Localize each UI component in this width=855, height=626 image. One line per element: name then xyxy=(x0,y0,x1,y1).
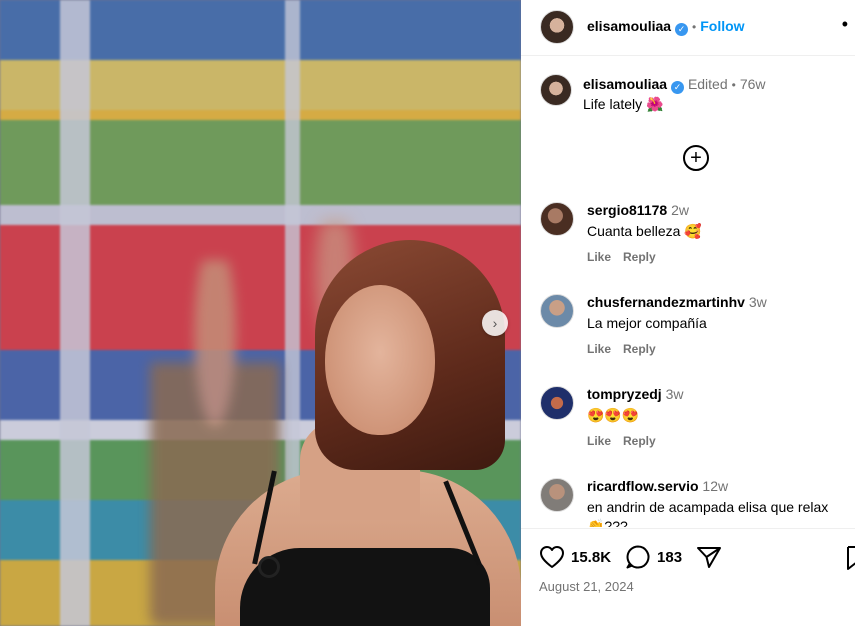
post-photo[interactable]: › xyxy=(0,0,521,626)
comment-header: ricardflow.servio 12w xyxy=(587,478,728,494)
post-age[interactable]: 76w xyxy=(740,76,766,92)
post-footer: 15.8K 183 August 21, 2024 xyxy=(521,528,855,626)
caption-header: elisamouliaa ✓ Edited • 76w xyxy=(583,76,766,94)
comment-username[interactable]: sergio81178 xyxy=(587,202,667,218)
separator-dot: • xyxy=(692,20,697,34)
comments-count[interactable]: 183 xyxy=(657,549,682,566)
header-username[interactable]: elisamouliaa xyxy=(587,18,671,34)
comment-actions: Like Reply xyxy=(587,250,668,264)
comment-bubble-icon[interactable] xyxy=(625,544,651,570)
avatar[interactable] xyxy=(540,10,574,44)
like-button[interactable]: Like xyxy=(587,434,611,448)
edited-label: Edited xyxy=(687,76,728,92)
comment-text: 😍😍😍 xyxy=(587,407,640,423)
action-bar: 15.8K 183 xyxy=(539,543,722,571)
comments-list: sergio81178 2w Cuanta belleza 🥰 Like Repl… xyxy=(540,200,850,527)
chevron-right-icon: › xyxy=(492,315,498,331)
paper-plane-icon[interactable] xyxy=(696,545,722,569)
reply-button[interactable]: Reply xyxy=(623,342,656,356)
comment-actions: Like Reply xyxy=(587,434,668,448)
comment-header: chusfernandezmartinhv 3w xyxy=(587,294,767,310)
like-button[interactable]: Like xyxy=(587,342,611,356)
verified-badge-icon: ✓ xyxy=(675,23,689,36)
bookmark-icon[interactable] xyxy=(847,545,855,576)
separator-dot: • xyxy=(731,78,736,92)
photo-subject-face xyxy=(325,285,435,435)
avatar[interactable] xyxy=(540,294,574,328)
next-photo-button[interactable]: › xyxy=(482,310,508,336)
comment-age[interactable]: 3w xyxy=(749,294,767,310)
photo-lapel-mic xyxy=(258,556,280,578)
comment-age[interactable]: 2w xyxy=(671,202,689,218)
comment-text: en andrin de acampada elisa que relax 👏?… xyxy=(587,499,829,527)
comment-age[interactable]: 3w xyxy=(666,386,684,402)
header-user-line: elisamouliaa ✓ • Follow xyxy=(587,18,745,36)
likes-count[interactable]: 15.8K xyxy=(571,549,611,566)
comment-header: sergio81178 2w xyxy=(587,202,689,218)
follow-button[interactable]: Follow xyxy=(700,18,744,34)
comment-username[interactable]: ricardflow.servio xyxy=(587,478,699,494)
add-comment-icon[interactable]: + xyxy=(683,145,709,171)
comment-username[interactable]: chusfernandezmartinhv xyxy=(587,294,745,310)
comment-username[interactable]: tompryzedj xyxy=(587,386,662,402)
caption-text: Life lately 🌺 xyxy=(583,96,664,112)
avatar[interactable] xyxy=(540,386,574,420)
more-options-icon[interactable]: • xyxy=(842,14,849,35)
reply-button[interactable]: Reply xyxy=(623,434,656,448)
heart-icon[interactable] xyxy=(539,545,565,569)
caption-username[interactable]: elisamouliaa xyxy=(583,76,667,92)
verified-badge-icon: ✓ xyxy=(671,81,685,94)
post-header: elisamouliaa ✓ • Follow • xyxy=(521,0,855,56)
comment-text: La mejor compañía xyxy=(587,315,707,331)
comment-text: Cuanta belleza 🥰 xyxy=(587,223,702,239)
comment-header: tompryzedj 3w xyxy=(587,386,683,402)
comment-actions: Like Reply xyxy=(587,342,668,356)
post-date[interactable]: August 21, 2024 xyxy=(539,579,634,594)
avatar[interactable] xyxy=(540,202,574,236)
post-details-panel: elisamouliaa ✓ • Follow • elisamouliaa ✓ Edi… xyxy=(521,0,855,626)
avatar[interactable] xyxy=(540,478,574,512)
comment-age[interactable]: 12w xyxy=(702,478,728,494)
avatar[interactable] xyxy=(540,74,572,106)
reply-button[interactable]: Reply xyxy=(623,250,656,264)
like-button[interactable]: Like xyxy=(587,250,611,264)
